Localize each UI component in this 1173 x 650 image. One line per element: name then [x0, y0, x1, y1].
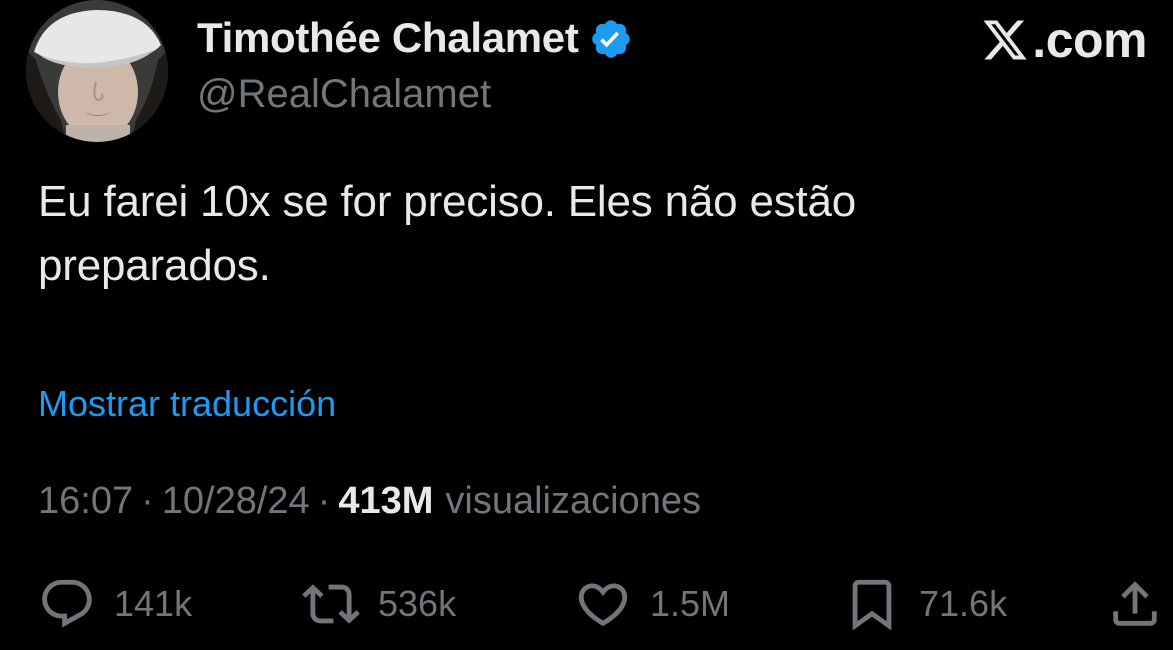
avatar[interactable]	[26, 0, 168, 142]
share-icon	[1106, 575, 1164, 633]
tweet-card: Timothée Chalamet @RealChalamet .com Eu …	[0, 0, 1173, 650]
bookmark-count: 71.6k	[919, 583, 1008, 624]
like-count: 1.5M	[650, 583, 731, 624]
author-handle[interactable]: @RealChalamet	[197, 72, 491, 117]
bookmark-icon	[843, 575, 901, 633]
author-display-name[interactable]: Timothée Chalamet	[197, 14, 579, 62]
avatar-photo	[26, 0, 168, 142]
heart-icon	[574, 575, 632, 633]
views-label: visualizaciones	[445, 479, 701, 522]
views-count: 413M	[338, 479, 434, 522]
reply-button[interactable]: 141k	[38, 572, 192, 636]
brand-domain-text: .com	[1032, 12, 1147, 68]
verified-badge-icon	[589, 17, 633, 61]
like-button[interactable]: 1.5M	[574, 572, 730, 636]
tweet-date[interactable]: 10/28/24	[162, 480, 310, 523]
tweet-body-text: Eu farei 10x se for preciso. Eles não es…	[38, 177, 857, 290]
meta-separator: ·	[317, 479, 331, 522]
action-bar: 141k 536k 1.5M 71.6k	[0, 572, 1173, 636]
brand-watermark: .com	[980, 10, 1147, 70]
show-translation-link[interactable]: Mostrar traducción	[38, 383, 336, 425]
retweet-count: 536k	[378, 583, 457, 624]
author-name-row: Timothée Chalamet	[197, 10, 633, 66]
reply-bubble-icon	[38, 575, 96, 633]
bookmark-button[interactable]: 71.6k	[843, 572, 1007, 636]
share-button[interactable]	[1106, 572, 1164, 636]
retweet-button[interactable]: 536k	[302, 572, 456, 636]
meta-separator: ·	[141, 479, 154, 522]
tweet-time[interactable]: 16:07	[38, 480, 133, 523]
x-logo-icon	[980, 16, 1030, 64]
reply-count: 141k	[114, 583, 193, 624]
retweet-icon	[302, 575, 360, 633]
tweet-meta: 16:07 · 10/28/24 · 413M visualizaciones	[38, 475, 701, 527]
